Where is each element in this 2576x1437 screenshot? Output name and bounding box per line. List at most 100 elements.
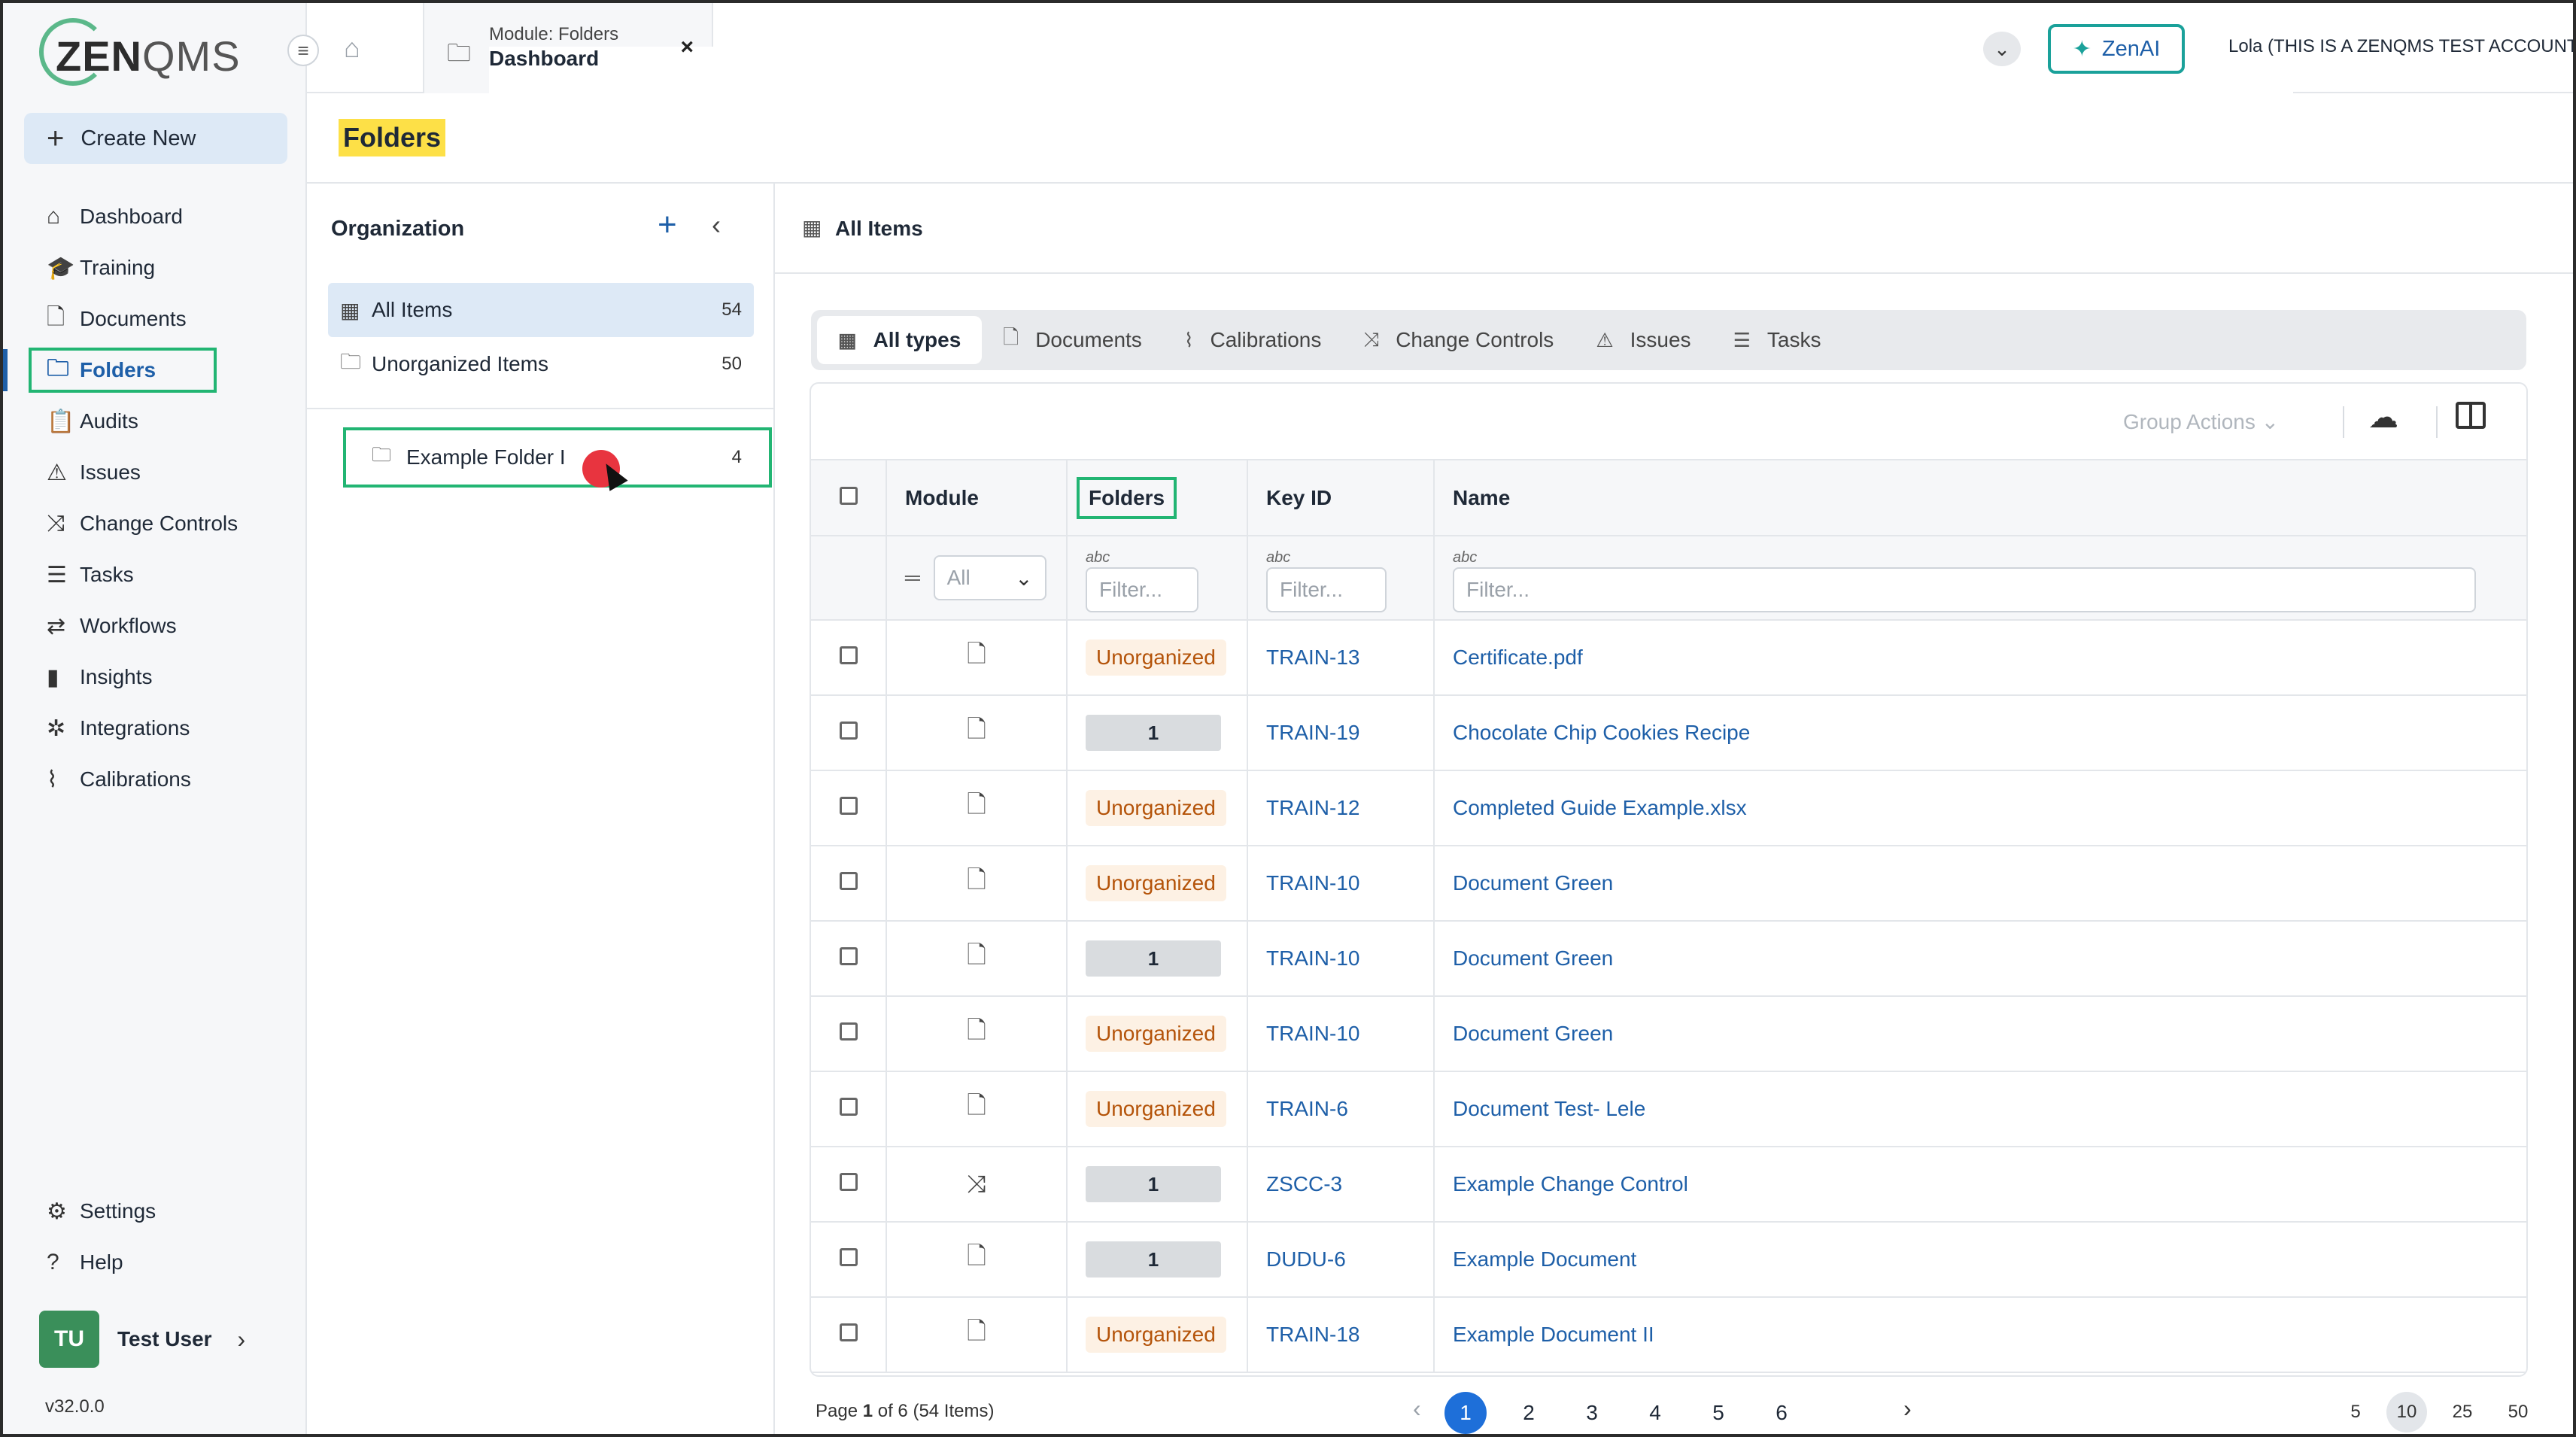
sidebar-item-issues[interactable]: ⚠ Issues xyxy=(3,447,307,498)
page-button[interactable]: 5 xyxy=(1697,1392,1739,1434)
table-row[interactable]: 🗋 1 TRAIN-19 Chocolate Chip Cookies Reci… xyxy=(811,695,2526,771)
table-row[interactable]: 🗋 Unorganized TRAIN-10 Document Green xyxy=(811,846,2526,922)
item-name-link[interactable]: Document Test- Lele xyxy=(1453,1097,1645,1120)
zenqms-logo[interactable]: ZENQMS xyxy=(39,18,240,93)
sidebar-item-change-controls[interactable]: ⤨ Change Controls xyxy=(3,498,307,549)
folder-count-badge[interactable]: 1 xyxy=(1086,1241,1221,1278)
sidebar-item-tasks[interactable]: ☰ Tasks xyxy=(3,549,307,600)
table-row[interactable]: 🗋 1 TRAIN-10 Document Green xyxy=(811,921,2526,997)
tabs-dropdown-button[interactable]: ⌄ xyxy=(1983,32,2021,66)
tab-calibrations[interactable]: ⌇ Calibrations xyxy=(1163,316,1343,364)
cloud-download-icon[interactable]: ☁ xyxy=(2368,400,2398,435)
prev-page-icon[interactable]: ‹ xyxy=(1413,1395,1421,1423)
key-id-link[interactable]: TRAIN-12 xyxy=(1266,796,1359,819)
key-id-link[interactable]: TRAIN-19 xyxy=(1266,721,1359,744)
row-checkbox[interactable] xyxy=(839,646,858,664)
key-id-link[interactable]: TRAIN-6 xyxy=(1266,1097,1348,1120)
next-page-icon[interactable]: › xyxy=(1903,1395,1912,1423)
column-header-folders[interactable]: Folders xyxy=(1067,460,1248,536)
tab-documents[interactable]: 🗋 Documents xyxy=(982,316,1163,364)
org-item-unorganized[interactable]: 🗀 Unorganized Items 50 xyxy=(328,337,754,391)
table-row[interactable]: 🗋 Unorganized TRAIN-12 Completed Guide E… xyxy=(811,770,2526,846)
folder-count-badge[interactable]: 1 xyxy=(1086,715,1221,751)
key-id-filter-input[interactable]: Filter... xyxy=(1266,567,1387,612)
select-all-checkbox[interactable] xyxy=(839,486,858,505)
sidebar-item-audits[interactable]: 📋 Audits xyxy=(3,396,307,447)
key-id-link[interactable]: TRAIN-18 xyxy=(1266,1323,1359,1346)
module-filter-select[interactable]: All ⌄ xyxy=(933,555,1046,600)
column-header-key-id[interactable]: Key ID xyxy=(1247,460,1435,536)
column-header-name[interactable]: Name xyxy=(1434,460,2526,536)
table-row[interactable]: 🗋 1 DUDU-6 Example Document xyxy=(811,1222,2526,1298)
sidebar-item-integrations[interactable]: ✲ Integrations xyxy=(3,703,307,754)
key-id-link[interactable]: DUDU-6 xyxy=(1266,1247,1346,1271)
sidebar-item-documents[interactable]: 🗋 Documents xyxy=(3,293,307,345)
columns-icon[interactable] xyxy=(2456,402,2486,429)
page-button[interactable]: 2 xyxy=(1508,1392,1550,1434)
row-checkbox[interactable] xyxy=(839,722,858,740)
group-actions-dropdown[interactable]: Group Actions ⌄ xyxy=(2123,409,2279,434)
tab-all-types[interactable]: ▦ All types xyxy=(817,316,983,364)
row-checkbox[interactable] xyxy=(839,1323,858,1341)
sidebar-item-folders[interactable]: 🗀 Folders xyxy=(3,345,307,396)
column-header-module[interactable]: Module xyxy=(886,460,1068,536)
tab-issues[interactable]: ⚠ Issues xyxy=(1575,316,1712,364)
page-button[interactable]: 3 xyxy=(1571,1392,1613,1434)
folders-filter-input[interactable]: Filter... xyxy=(1086,567,1198,612)
tab-change-controls[interactable]: ⤨ Change Controls xyxy=(1342,316,1575,364)
page-size-option[interactable]: 25 xyxy=(2442,1392,2483,1432)
close-icon[interactable]: × xyxy=(680,35,694,60)
table-row[interactable]: 🗋 Unorganized TRAIN-10 Document Green xyxy=(811,996,2526,1072)
user-menu[interactable]: TU Test User › xyxy=(39,1311,245,1368)
item-name-link[interactable]: Example Document xyxy=(1453,1247,1636,1271)
item-name-link[interactable]: Document Green xyxy=(1453,946,1613,970)
page-button[interactable]: 4 xyxy=(1634,1392,1676,1434)
home-tab[interactable]: ⌂ xyxy=(330,26,375,71)
sidebar-collapse-button[interactable]: ≡ xyxy=(287,35,319,66)
key-id-link[interactable]: TRAIN-13 xyxy=(1266,646,1359,669)
folder-example-folder-i[interactable]: 🗀 Example Folder I 4 xyxy=(343,427,772,488)
tab-tasks[interactable]: ☰ Tasks xyxy=(1712,316,1842,364)
page-size-option[interactable]: 50 xyxy=(2498,1392,2538,1432)
folder-count-badge[interactable]: 1 xyxy=(1086,1166,1221,1202)
sidebar-item-help[interactable]: ? Help xyxy=(3,1237,307,1288)
account-name[interactable]: Lola (THIS IS A ZENQMS TEST ACCOUNT) xyxy=(2228,36,2573,57)
sidebar-item-settings[interactable]: ⚙ Settings xyxy=(3,1186,307,1237)
row-checkbox[interactable] xyxy=(839,1173,858,1191)
item-name-link[interactable]: Document Green xyxy=(1453,871,1613,895)
tab-folders-dashboard[interactable]: 🗀 Module: Folders Dashboard × xyxy=(423,3,2293,1303)
item-name-link[interactable]: Completed Guide Example.xlsx xyxy=(1453,796,1747,819)
page-button[interactable]: 1 xyxy=(1444,1392,1487,1434)
table-row[interactable]: 🗋 Unorganized TRAIN-18 Example Document … xyxy=(811,1297,2526,1373)
key-id-link[interactable]: ZSCC-3 xyxy=(1266,1172,1342,1195)
row-checkbox[interactable] xyxy=(839,1248,858,1266)
zenai-button[interactable]: ✦ ZenAI xyxy=(2048,24,2185,74)
table-row[interactable]: 🗋 Unorganized TRAIN-13 Certificate.pdf xyxy=(811,620,2526,696)
item-name-link[interactable]: Certificate.pdf xyxy=(1453,646,1583,669)
item-name-link[interactable]: Chocolate Chip Cookies Recipe xyxy=(1453,721,1750,744)
sidebar-item-insights[interactable]: ▮ Insights xyxy=(3,652,307,703)
key-id-link[interactable]: TRAIN-10 xyxy=(1266,871,1359,895)
name-filter-input[interactable]: Filter... xyxy=(1453,567,2476,612)
row-checkbox[interactable] xyxy=(839,1022,858,1041)
key-id-link[interactable]: TRAIN-10 xyxy=(1266,946,1359,970)
table-row[interactable]: 🗋 Unorganized TRAIN-6 Document Test- Lel… xyxy=(811,1071,2526,1147)
item-name-link[interactable]: Example Document II xyxy=(1453,1323,1654,1346)
key-id-link[interactable]: TRAIN-10 xyxy=(1266,1022,1359,1045)
page-size-option[interactable]: 5 xyxy=(2335,1392,2376,1432)
row-checkbox[interactable] xyxy=(839,1098,858,1116)
org-item-all-items[interactable]: ▦ All Items 54 xyxy=(328,283,754,337)
folder-count-badge[interactable]: 1 xyxy=(1086,940,1221,977)
create-new-button[interactable]: + Create New xyxy=(24,113,287,164)
collapse-panel-button[interactable]: ‹ xyxy=(712,209,721,241)
item-name-link[interactable]: Document Green xyxy=(1453,1022,1613,1045)
sidebar-item-training[interactable]: 🎓 Training xyxy=(3,242,307,293)
table-row[interactable]: ⤨ 1 ZSCC-3 Example Change Control xyxy=(811,1147,2526,1223)
add-folder-button[interactable]: + xyxy=(658,206,677,244)
page-size-option[interactable]: 10 xyxy=(2386,1392,2427,1432)
row-checkbox[interactable] xyxy=(839,797,858,815)
sidebar-item-workflows[interactable]: ⇄ Workflows xyxy=(3,600,307,652)
page-button[interactable]: 6 xyxy=(1760,1392,1803,1434)
row-checkbox[interactable] xyxy=(839,947,858,965)
sidebar-item-calibrations[interactable]: ⌇ Calibrations xyxy=(3,754,307,805)
